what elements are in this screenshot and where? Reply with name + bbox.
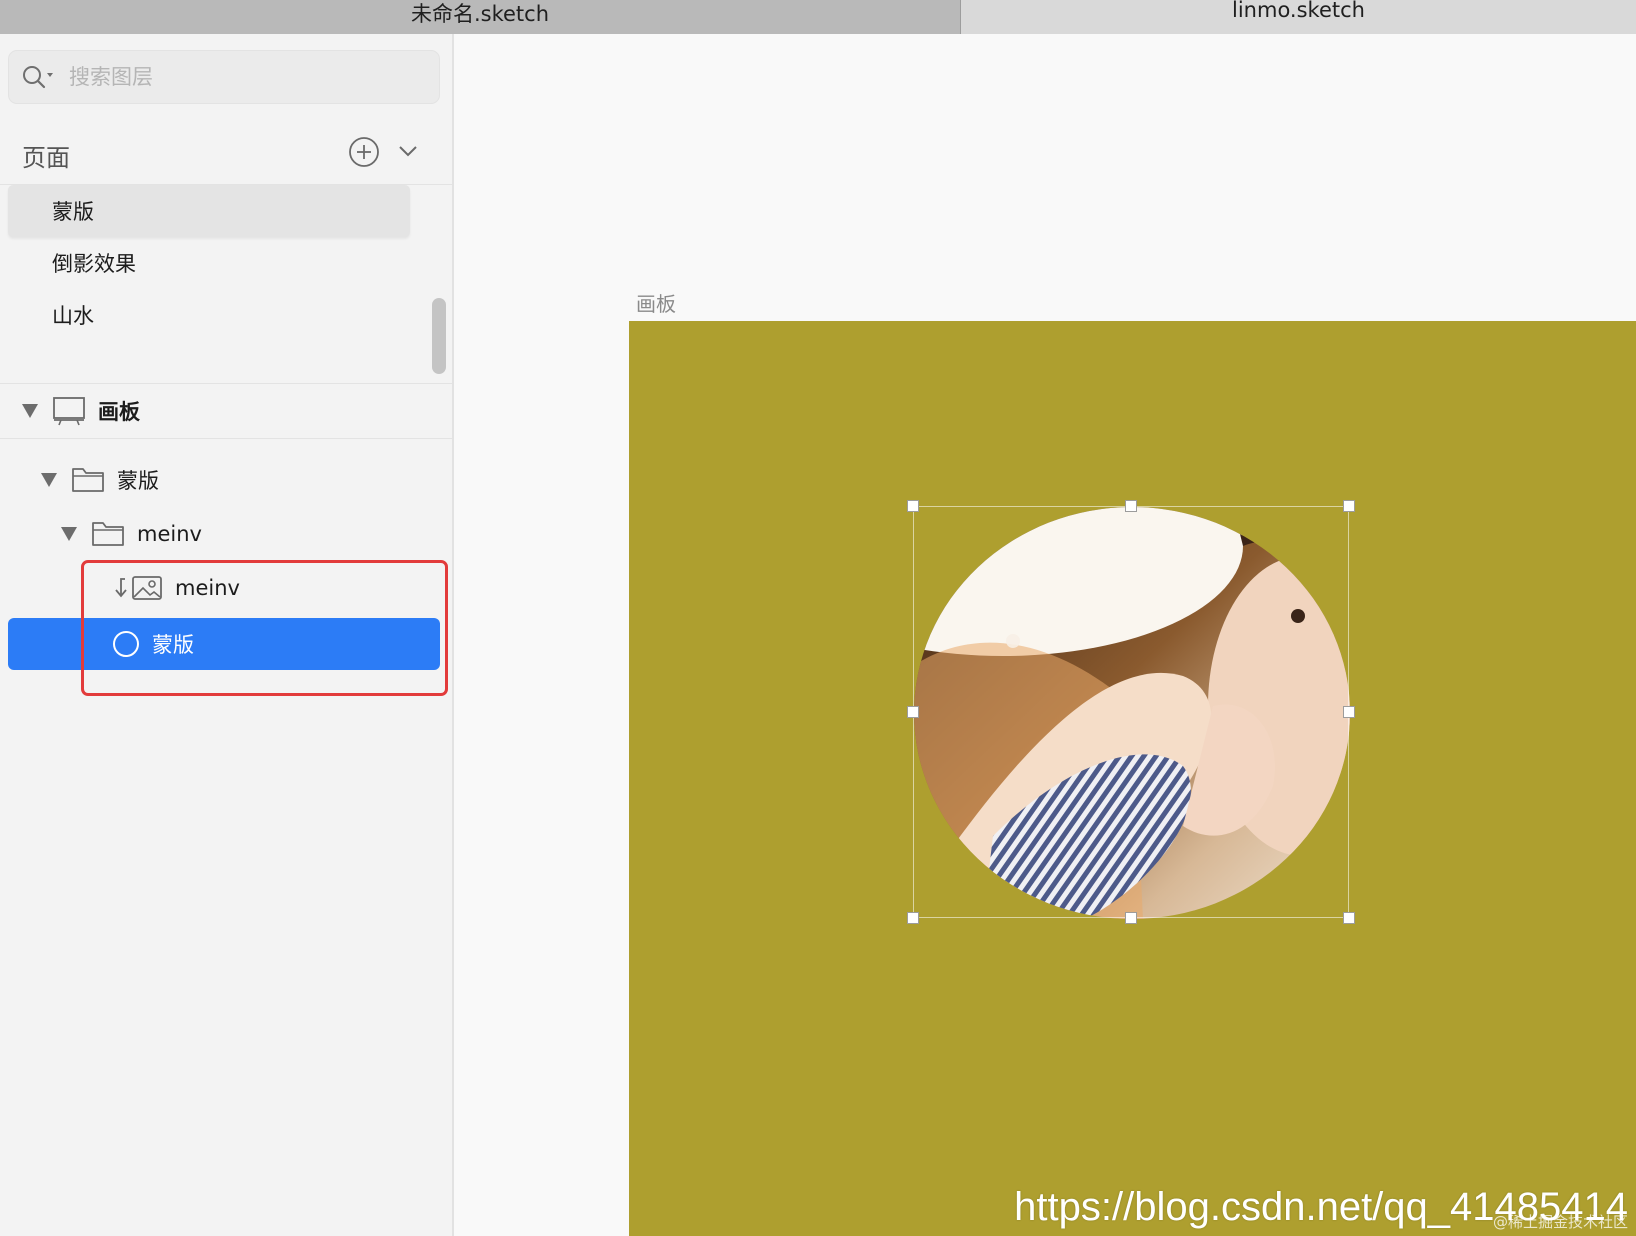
search-icon[interactable] bbox=[21, 62, 61, 92]
resize-handle-top-right[interactable] bbox=[1343, 500, 1355, 512]
layer-row-mask-group[interactable]: 蒙版 bbox=[0, 454, 452, 506]
pages-list: 蒙版 倒影效果 山水 bbox=[0, 185, 452, 384]
resize-handle-bottom-left[interactable] bbox=[907, 912, 919, 924]
tab-label: 未命名.sketch bbox=[410, 2, 550, 26]
resize-handle-bottom[interactable] bbox=[1125, 912, 1137, 924]
artboard[interactable]: https://blog.csdn.net/qq_41485414 @稀土掘金技… bbox=[629, 321, 1636, 1236]
page-item-mask[interactable]: 蒙版 bbox=[8, 185, 410, 237]
tab-untitled-sketch[interactable]: 未命名.sketch bbox=[0, 0, 961, 34]
chevron-down-icon[interactable] bbox=[397, 140, 419, 162]
selection-bounding-box[interactable] bbox=[913, 506, 1349, 918]
oval-icon bbox=[112, 630, 140, 658]
artboard-title[interactable]: 画板 bbox=[636, 288, 676, 317]
layer-label: meinv bbox=[137, 522, 202, 546]
folder-icon bbox=[91, 520, 125, 548]
layers-sidebar: 页面 蒙版 倒影效果 山水 bbox=[0, 34, 454, 1236]
mask-clip-arrow-icon bbox=[113, 576, 129, 600]
tab-linmo-sketch[interactable]: linmo.sketch bbox=[961, 0, 1636, 34]
layer-label: 蒙版 bbox=[117, 469, 159, 493]
pages-scrollbar[interactable] bbox=[432, 298, 446, 374]
layer-search-box[interactable] bbox=[8, 50, 440, 104]
add-page-icon[interactable] bbox=[348, 136, 380, 168]
page-item-label: 倒影效果 bbox=[52, 252, 136, 276]
pages-title: 页面 bbox=[22, 144, 70, 172]
resize-handle-left[interactable] bbox=[907, 706, 919, 718]
artboard-icon bbox=[52, 396, 86, 426]
layer-row-mask-oval[interactable]: 蒙版 bbox=[8, 618, 440, 670]
resize-handle-top[interactable] bbox=[1125, 500, 1137, 512]
tab-label: linmo.sketch bbox=[1232, 0, 1365, 22]
search-input[interactable] bbox=[67, 64, 431, 90]
pages-header: 页面 bbox=[0, 122, 452, 185]
page-item-landscape[interactable]: 山水 bbox=[8, 289, 410, 341]
layer-row-meinv-image[interactable]: meinv bbox=[0, 562, 452, 614]
page-item-label: 山水 bbox=[52, 304, 94, 328]
page-item-label: 蒙版 bbox=[52, 200, 94, 224]
page-item-reflection[interactable]: 倒影效果 bbox=[8, 237, 410, 289]
layer-row-meinv-group[interactable]: meinv bbox=[0, 508, 452, 560]
canvas[interactable]: 画板 https://blog.csdn.net/qq_41485414 @稀土… bbox=[454, 34, 1636, 1236]
sketch-app: 未命名.sketch linmo.sketch 页面 bbox=[0, 0, 1636, 1236]
disclosure-triangle-icon[interactable] bbox=[61, 527, 77, 541]
layer-label: meinv bbox=[175, 576, 240, 600]
image-icon bbox=[131, 574, 163, 602]
layer-label: 画板 bbox=[98, 400, 140, 424]
resize-handle-top-left[interactable] bbox=[907, 500, 919, 512]
disclosure-triangle-icon[interactable] bbox=[22, 404, 38, 418]
folder-icon bbox=[71, 466, 105, 494]
resize-handle-right[interactable] bbox=[1343, 706, 1355, 718]
document-tab-bar: 未命名.sketch linmo.sketch bbox=[0, 0, 1636, 34]
watermark-community: @稀土掘金技术社区 bbox=[1492, 1213, 1628, 1231]
disclosure-triangle-icon[interactable] bbox=[41, 473, 57, 487]
resize-handle-bottom-right[interactable] bbox=[1343, 912, 1355, 924]
layer-row-artboard[interactable]: 画板 bbox=[0, 384, 452, 439]
layer-label: 蒙版 bbox=[152, 633, 194, 657]
